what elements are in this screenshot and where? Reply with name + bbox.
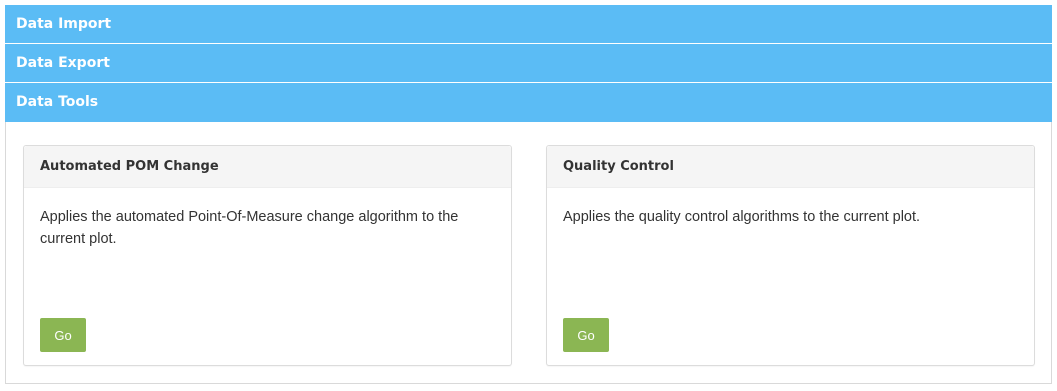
accordion-header-data-export[interactable]: Data Export xyxy=(5,44,1052,83)
automated-pom-change-panel: Automated POM Change Applies the automat… xyxy=(23,145,512,366)
panel-title: Automated POM Change xyxy=(24,146,511,188)
accordion-header-data-import[interactable]: Data Import xyxy=(5,5,1052,44)
accordion-header-data-tools[interactable]: Data Tools xyxy=(5,83,1052,122)
go-button-quality-control[interactable]: Go xyxy=(563,318,609,352)
accordion: Data Import Data Export Data Tools Autom… xyxy=(5,5,1052,384)
go-button-pom-change[interactable]: Go xyxy=(40,318,86,352)
panel-title: Quality Control xyxy=(547,146,1034,188)
quality-control-panel: Quality Control Applies the quality cont… xyxy=(546,145,1035,366)
data-tools-content: Automated POM Change Applies the automat… xyxy=(5,122,1052,384)
panel-description: Applies the quality control algorithms t… xyxy=(563,209,921,225)
panel-description: Applies the automated Point-Of-Measure c… xyxy=(40,209,459,247)
